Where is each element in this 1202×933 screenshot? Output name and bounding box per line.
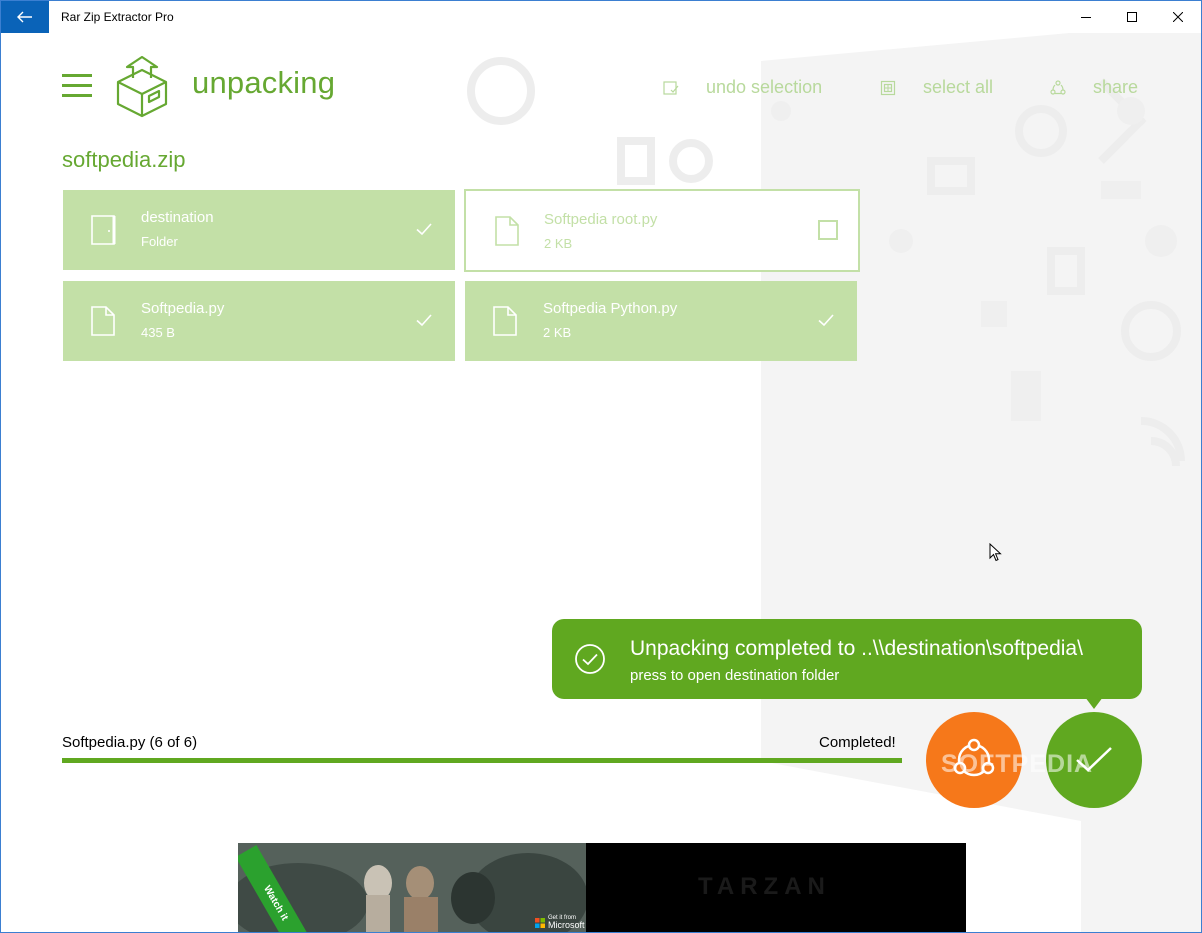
check-circle-icon	[575, 644, 605, 674]
maximize-icon	[1127, 12, 1137, 22]
title-bar: Rar Zip Extractor Pro	[1, 1, 1201, 33]
item-tile-softpedia-python[interactable]: Softpedia Python.py 2 KB	[465, 281, 857, 361]
undo-selection-label: undo selection	[706, 77, 823, 97]
item-tile-destination[interactable]: destination Folder	[63, 190, 455, 270]
folder-icon	[91, 215, 116, 245]
share-button[interactable]: share	[1050, 77, 1138, 98]
item-name: Softpedia.py	[141, 300, 225, 317]
archive-name: softpedia.zip	[62, 147, 186, 172]
select-all-label: select all	[923, 77, 994, 97]
back-arrow-icon	[17, 11, 32, 23]
checkmark-icon	[818, 314, 834, 327]
mouse-cursor-icon	[989, 543, 1002, 562]
ad-image: Watch it Get it from Microsoft	[238, 843, 588, 932]
item-name: destination	[141, 209, 214, 226]
ad-badge-brand: Microsoft	[548, 920, 585, 930]
minimize-icon	[1081, 17, 1091, 18]
back-button[interactable]	[1, 1, 49, 33]
microsoft-store-badge: Get it from Microsoft	[535, 915, 585, 931]
minimize-button[interactable]	[1063, 1, 1109, 33]
item-name: Softpedia root.py	[544, 211, 658, 228]
toast-title: Unpacking completed to ..\\destination\s…	[630, 637, 1083, 660]
app-title: Rar Zip Extractor Pro	[61, 10, 174, 24]
unpack-complete-toast[interactable]: Unpacking completed to ..\\destination\s…	[552, 619, 1142, 699]
close-button[interactable]	[1155, 1, 1201, 33]
share-icon	[1050, 79, 1066, 96]
progress-status: Completed!	[819, 734, 896, 751]
advertisement-banner[interactable]: Watch it Get it from Microsoft TARZAN	[238, 843, 966, 932]
item-name: Softpedia Python.py	[543, 300, 678, 317]
item-tile-softpedia-py[interactable]: Softpedia.py 435 B	[63, 281, 455, 361]
background-pattern	[467, 21, 1201, 932]
toast-pointer	[1085, 697, 1103, 709]
progress-bar-fill	[62, 758, 902, 763]
undo-selection-button[interactable]: undo selection	[663, 77, 822, 98]
progress-file-label: Softpedia.py (6 of 6)	[62, 734, 198, 751]
share-label: share	[1093, 77, 1139, 97]
item-detail: Folder	[141, 234, 178, 249]
file-icon	[495, 216, 519, 246]
select-all-button[interactable]: select all	[880, 77, 993, 98]
app-logo-box-icon	[116, 56, 168, 118]
item-detail: 2 KB	[543, 325, 572, 340]
maximize-button[interactable]	[1109, 1, 1155, 33]
selection-checkbox[interactable]	[818, 220, 838, 240]
checkmark-icon	[416, 223, 432, 236]
page-title: unpacking	[192, 65, 336, 100]
item-detail: 435 B	[141, 325, 175, 340]
ad-title: TARZAN	[698, 873, 831, 900]
app-window: Rar Zip Extractor Pro unpacking undo sel…	[0, 0, 1202, 933]
progress-bar	[62, 758, 902, 763]
item-detail: 2 KB	[544, 236, 573, 251]
softpedia-watermark: SOFTPEDIA	[941, 750, 1094, 778]
undo-selection-icon	[663, 80, 679, 96]
close-icon	[1173, 12, 1183, 22]
file-icon	[91, 306, 115, 336]
checkmark-icon	[416, 314, 432, 327]
select-all-icon	[880, 80, 896, 96]
microsoft-logo-icon	[535, 918, 545, 928]
item-tile-softpedia-root[interactable]: Softpedia root.py 2 KB	[464, 189, 860, 272]
hamburger-menu-button[interactable]	[62, 74, 92, 98]
toast-subtitle: press to open destination folder	[630, 667, 840, 684]
file-icon	[493, 306, 517, 336]
